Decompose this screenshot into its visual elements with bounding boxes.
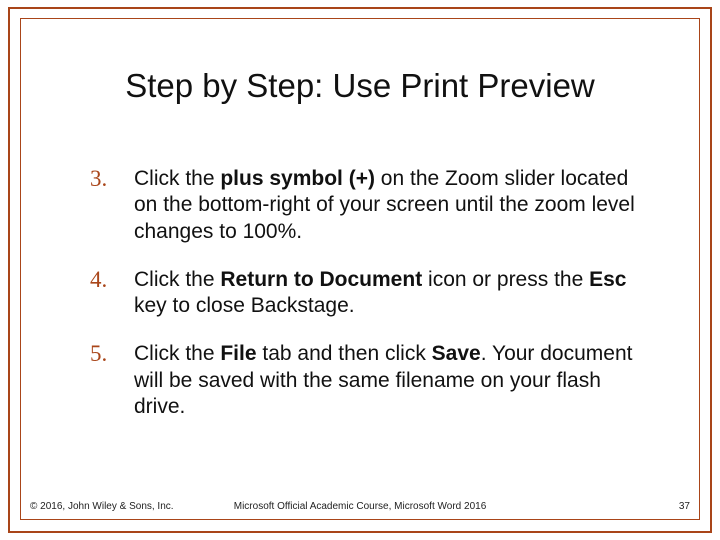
list-text: Click the Return to Document icon or pre…	[134, 267, 645, 320]
slide: Step by Step: Use Print Preview 3. Click…	[0, 0, 720, 540]
list-number: 4.	[90, 267, 134, 293]
page-number: 37	[679, 501, 690, 512]
list-item: 3. Click the plus symbol (+) on the Zoom…	[90, 166, 645, 245]
list-item: 5. Click the File tab and then click Sav…	[90, 341, 645, 420]
step-list: 3. Click the plus symbol (+) on the Zoom…	[90, 166, 645, 442]
slide-title: Step by Step: Use Print Preview	[0, 67, 720, 105]
list-item: 4. Click the Return to Document icon or …	[90, 267, 645, 320]
list-text: Click the File tab and then click Save. …	[134, 341, 645, 420]
footer-course: Microsoft Official Academic Course, Micr…	[30, 501, 690, 512]
list-number: 5.	[90, 341, 134, 367]
footer: © 2016, John Wiley & Sons, Inc. Microsof…	[30, 501, 690, 512]
list-number: 3.	[90, 166, 134, 192]
list-text: Click the plus symbol (+) on the Zoom sl…	[134, 166, 645, 245]
